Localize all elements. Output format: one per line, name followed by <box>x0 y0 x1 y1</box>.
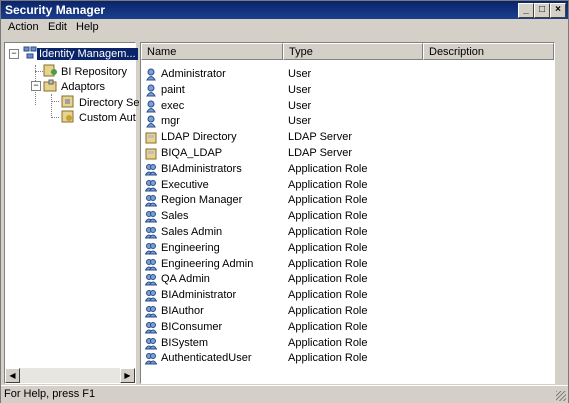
tree-horizontal-scrollbar[interactable]: ◀ ▶ <box>5 368 135 383</box>
item-name: BIQA_LDAP <box>161 147 223 159</box>
item-name: Engineering <box>161 241 220 254</box>
tree-item-label: Identity Managem... <box>37 48 138 60</box>
item-type: Application Role <box>288 241 368 254</box>
item-name: Engineering Admin <box>161 257 254 270</box>
item-name: Executive <box>161 178 209 191</box>
item-name: BIAuthor <box>161 305 204 317</box>
tree-item-label: Custom Aut <box>79 112 136 124</box>
item-name: Administrator <box>161 68 226 80</box>
title-bar[interactable]: Security Manager _ □ × <box>1 1 568 19</box>
item-name: BISystem <box>161 336 209 349</box>
tree-connector <box>51 101 59 102</box>
item-type: Application Role <box>288 352 368 365</box>
item-type: LDAP Server <box>288 131 352 144</box>
directory-server-icon <box>61 95 74 108</box>
item-name: Sales Admin <box>161 226 223 238</box>
item-name: LDAP Directory <box>161 131 237 144</box>
item-name: Sales <box>161 210 189 223</box>
menu-action[interactable]: Action <box>8 21 39 33</box>
menu-bar: Action Edit Help <box>1 19 568 37</box>
item-type: Application Role <box>288 194 368 207</box>
item-name: mgr <box>161 115 180 128</box>
window-title: Security Manager <box>5 3 106 17</box>
column-header-name[interactable]: Name <box>141 43 283 60</box>
menu-help[interactable]: Help <box>76 21 99 33</box>
tree-connector <box>35 71 43 72</box>
minimize-button[interactable]: _ <box>518 3 534 18</box>
tree-item-custom-authenticator[interactable]: Custom Aut <box>61 110 138 125</box>
navigation-tree[interactable]: − − Identity Managem... BI Repository Ad… <box>4 42 140 384</box>
repository-icon <box>43 64 57 77</box>
item-name: exec <box>161 99 185 112</box>
item-name: Region Manager <box>161 194 243 207</box>
item-type: Application Role <box>288 210 368 223</box>
item-type: Application Role <box>288 257 368 270</box>
item-name: AuthenticatedUser <box>161 352 252 365</box>
column-header-description[interactable]: Description <box>423 43 554 60</box>
item-name: BIAdministrators <box>161 162 242 175</box>
item-type: Application Role <box>288 305 368 317</box>
item-type: Application Role <box>288 162 368 175</box>
item-name: BIConsumer <box>161 320 223 333</box>
maximize-button[interactable]: □ <box>534 3 550 18</box>
item-type: Application Role <box>288 289 368 302</box>
item-type: Application Role <box>288 320 368 333</box>
item-type: User <box>288 115 312 128</box>
item-type: User <box>288 68 312 80</box>
collapse-toggle-adaptors[interactable]: − <box>31 81 41 91</box>
scroll-right-button[interactable]: ▶ <box>120 368 135 383</box>
adaptors-icon <box>43 79 57 92</box>
resize-grip[interactable] <box>556 391 566 401</box>
status-text: For Help, press F1 <box>4 388 96 400</box>
item-type: User <box>288 83 312 96</box>
item-type: Application Role <box>288 226 368 238</box>
tree-item-directory-server[interactable]: Directory Se <box>61 95 142 110</box>
tree-item-label: BI Repository <box>61 66 128 78</box>
item-name: QA Admin <box>161 273 210 286</box>
item-type: User <box>288 99 312 112</box>
item-type: LDAP Server <box>288 147 352 159</box>
security-manager-window: Security Manager _ □ × Action Edit Help … <box>0 0 569 403</box>
item-name: BIAdministrator <box>161 289 237 302</box>
close-button[interactable]: × <box>550 3 566 18</box>
tree-item-bi-repository[interactable]: BI Repository <box>43 64 129 79</box>
tree-item-adaptors[interactable]: Adaptors <box>43 79 107 94</box>
column-header-type[interactable]: Type <box>283 43 423 60</box>
members-list[interactable]: Name Type Description Administrator User p… <box>140 42 555 384</box>
tree-item-label: Directory Se <box>79 97 140 109</box>
tree-item-identity-management[interactable]: Identity Managem... <box>23 46 138 61</box>
item-type: Application Role <box>288 178 368 191</box>
custom-authenticator-icon <box>61 110 74 123</box>
directory-icon <box>23 46 37 59</box>
tree-connector <box>51 117 59 118</box>
menu-edit[interactable]: Edit <box>48 21 67 33</box>
scroll-left-button[interactable]: ◀ <box>5 368 20 383</box>
status-bar: For Help, press F1 <box>1 385 568 403</box>
tree-connector <box>51 94 52 118</box>
tree-item-label: Adaptors <box>61 81 106 93</box>
item-type: Application Role <box>288 273 368 286</box>
collapse-toggle-identity[interactable]: − <box>9 49 19 59</box>
item-name: paint <box>161 83 185 96</box>
item-type: Application Role <box>288 336 368 349</box>
